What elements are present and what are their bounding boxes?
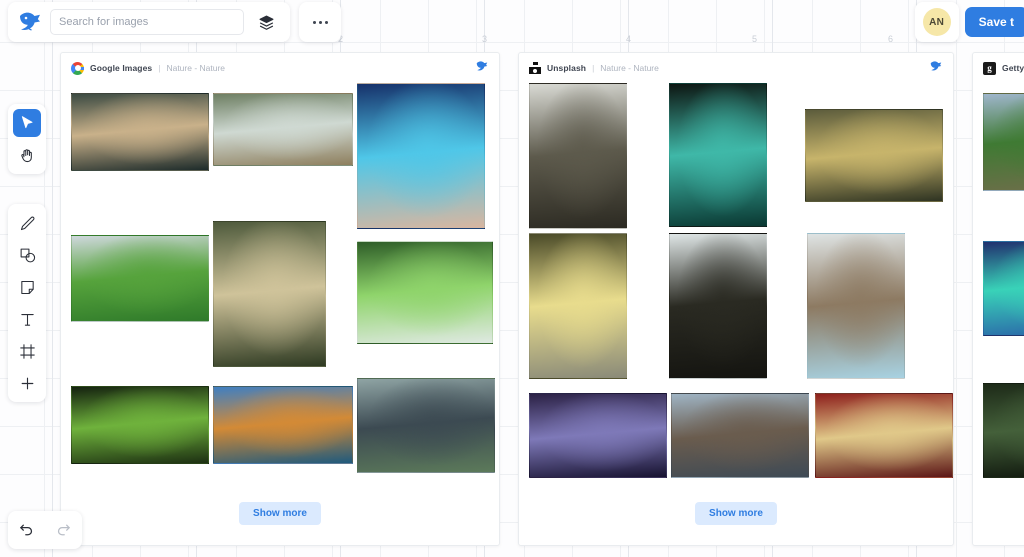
image-thumbnail[interactable] <box>529 393 667 478</box>
image-thumbnail[interactable] <box>71 235 209 322</box>
shapes-icon[interactable] <box>13 241 41 269</box>
bird-logo-icon[interactable] <box>18 10 42 34</box>
save-button[interactable]: Save t <box>964 7 1024 37</box>
show-more-button[interactable]: Show more <box>239 502 321 525</box>
undo-arrow-icon[interactable] <box>13 516 41 544</box>
redo-arrow-icon[interactable] <box>50 516 78 544</box>
board-header: g Getty <box>973 53 1024 83</box>
image-thumbnail[interactable] <box>213 386 353 464</box>
image-thumbnail[interactable] <box>983 93 1024 191</box>
top-right-actions: AN Save t <box>914 2 1024 42</box>
getty-g-icon: g <box>983 61 996 75</box>
board-separator: | <box>158 63 161 73</box>
image-thumbnail[interactable] <box>71 386 209 464</box>
pan-tool[interactable] <box>13 141 41 169</box>
more-horizontal-icon[interactable] <box>299 2 341 42</box>
image-thumbnail[interactable] <box>815 393 953 478</box>
show-more-button[interactable]: Show more <box>695 502 777 525</box>
ruler-mark: 3 <box>482 34 488 44</box>
frame-icon[interactable] <box>13 337 41 365</box>
layers-icon[interactable] <box>252 8 280 36</box>
board-separator: | <box>592 63 595 73</box>
image-thumbnail[interactable] <box>671 393 809 478</box>
select-tool[interactable] <box>13 109 41 137</box>
board-getty[interactable]: g Getty <box>972 52 1024 546</box>
image-thumbnail[interactable] <box>669 83 767 227</box>
image-thumbnail[interactable] <box>357 83 485 229</box>
avatar[interactable]: AN <box>922 8 951 36</box>
drawing-tools <box>8 204 46 402</box>
show-more-wrap: Show more <box>519 502 953 525</box>
board-query-label: Nature - Nature <box>600 63 659 73</box>
sticky-note-icon[interactable] <box>13 273 41 301</box>
unsplash-camera-icon <box>529 62 541 74</box>
pencil-icon[interactable] <box>13 209 41 237</box>
image-grid <box>519 83 953 483</box>
top-toolbar <box>8 2 290 42</box>
image-thumbnail[interactable] <box>357 241 493 344</box>
image-thumbnail[interactable] <box>669 233 767 379</box>
image-thumbnail[interactable] <box>983 383 1024 478</box>
bird-badge-icon <box>929 59 943 78</box>
search-input[interactable] <box>59 16 235 28</box>
image-grid <box>973 83 1024 483</box>
board-query-label: Nature - Nature <box>166 63 226 73</box>
navigation-tools <box>8 104 46 174</box>
board-source-name: Getty <box>1002 63 1024 73</box>
board-unsplash[interactable]: Unsplash | Nature - Nature Show more <box>518 52 954 546</box>
show-more-wrap: Show more <box>61 502 499 525</box>
image-thumbnail[interactable] <box>805 109 943 202</box>
image-thumbnail[interactable] <box>213 93 353 166</box>
image-grid <box>61 83 499 483</box>
bird-badge-icon <box>475 59 489 78</box>
search-input-wrapper[interactable] <box>50 9 244 35</box>
ruler-mark: 5 <box>752 34 758 44</box>
board-source-name: Unsplash <box>547 63 587 73</box>
board-header: Unsplash | Nature - Nature <box>519 53 953 83</box>
history-controls <box>8 511 82 549</box>
board-header: Google Images | Nature - Nature <box>61 53 499 83</box>
text-t-icon[interactable] <box>13 305 41 333</box>
image-thumbnail[interactable] <box>529 83 627 229</box>
image-thumbnail[interactable] <box>357 378 495 473</box>
board-source-name: Google Images <box>90 63 153 73</box>
image-thumbnail[interactable] <box>807 233 905 379</box>
plus-icon[interactable] <box>13 369 41 397</box>
image-thumbnail[interactable] <box>983 241 1024 336</box>
image-thumbnail[interactable] <box>529 233 627 379</box>
google-g-icon <box>71 61 84 75</box>
avatar-card[interactable]: AN <box>914 2 959 42</box>
image-thumbnail[interactable] <box>71 93 209 171</box>
image-thumbnail[interactable] <box>213 221 326 367</box>
ruler-mark: 6 <box>888 34 894 44</box>
board-google-images[interactable]: Google Images | Nature - Nature Show mor… <box>60 52 500 546</box>
ruler-mark: 4 <box>626 34 632 44</box>
